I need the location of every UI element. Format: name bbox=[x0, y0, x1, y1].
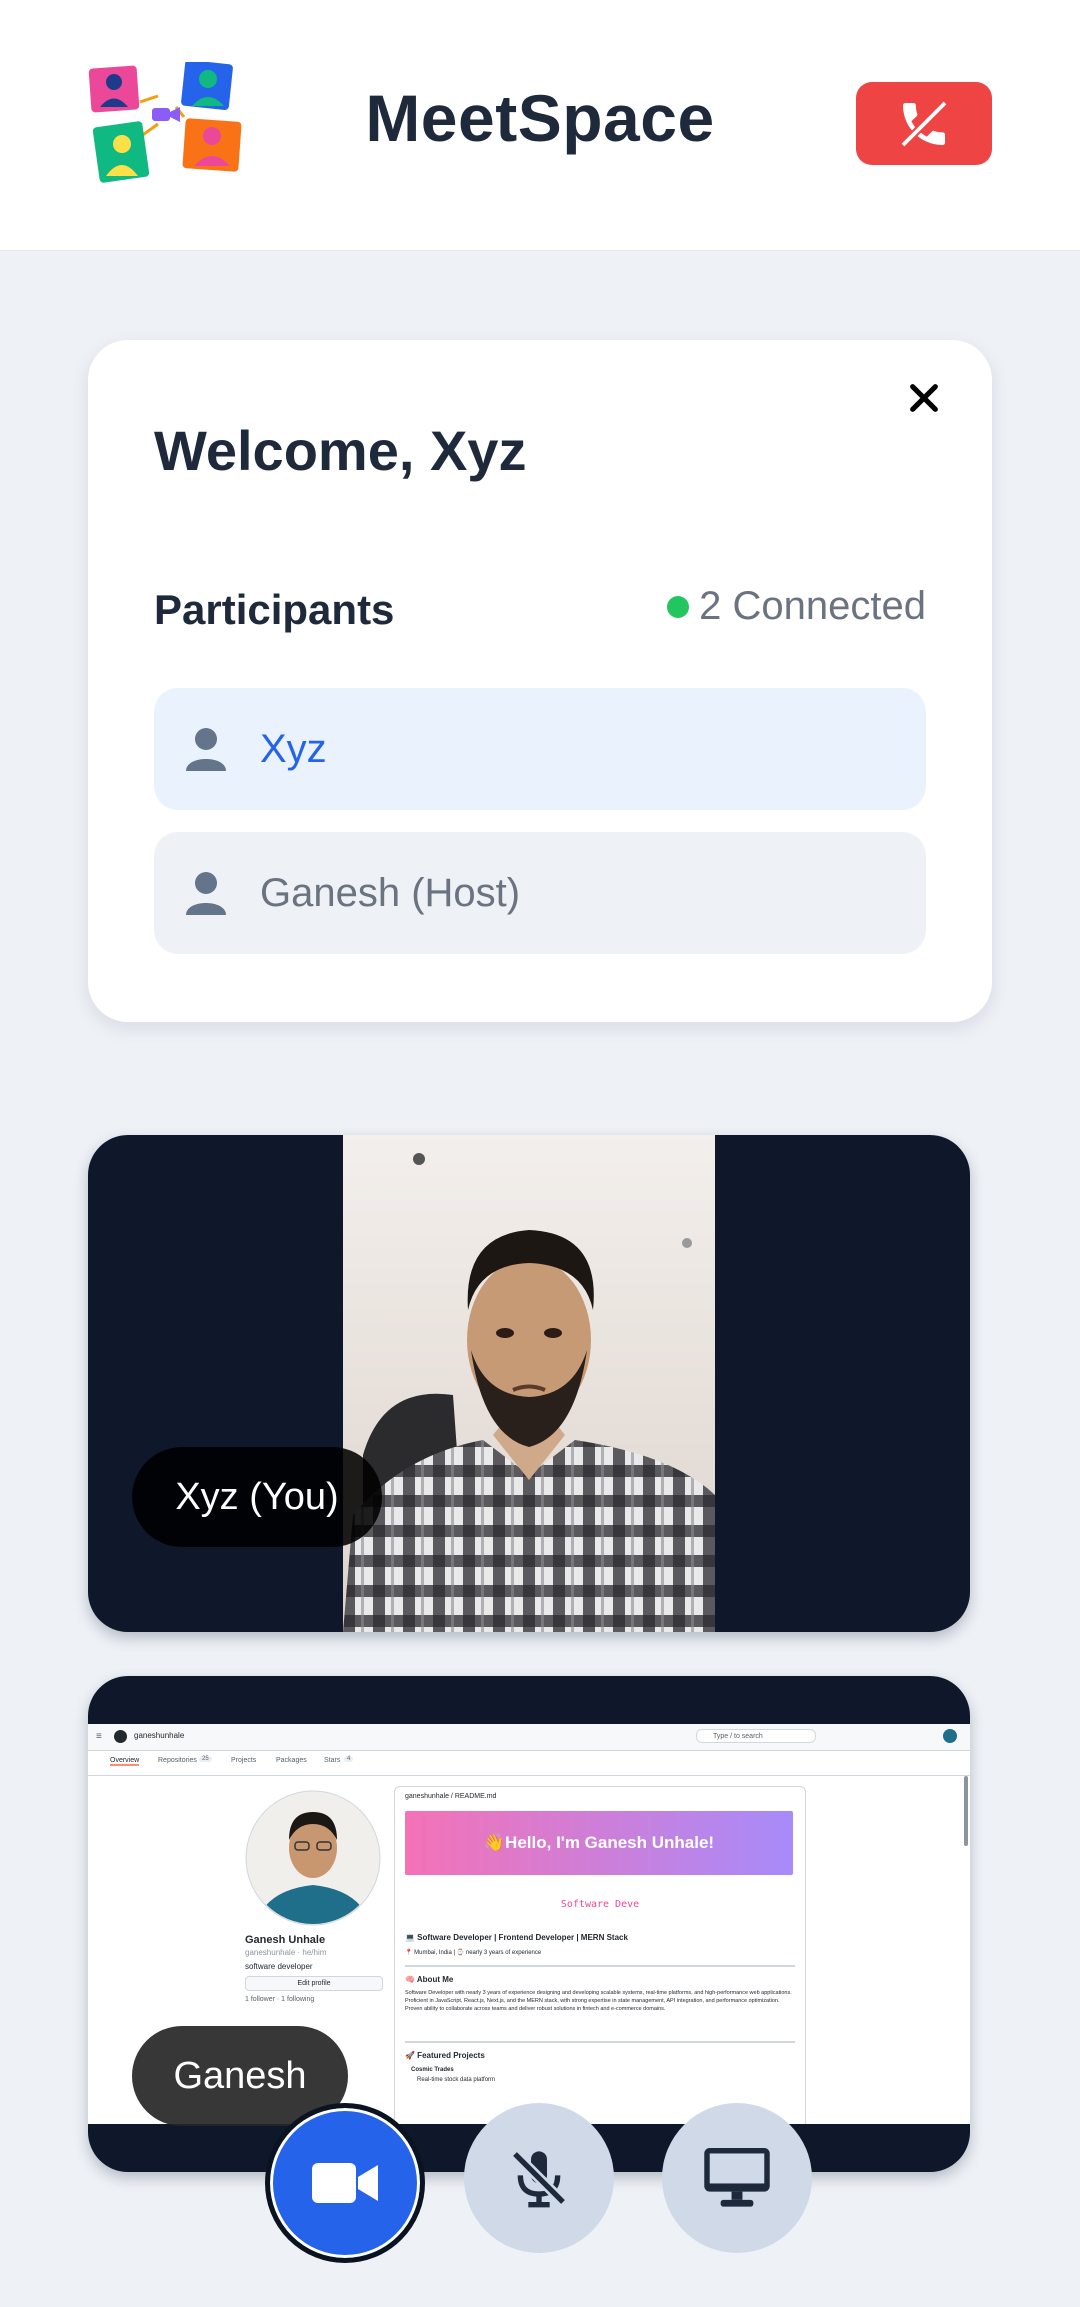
connected-text: 2 Connected bbox=[699, 584, 926, 628]
profile-bio: software developer bbox=[245, 1962, 313, 1971]
video-camera-icon bbox=[312, 2163, 378, 2203]
call-controls bbox=[0, 2103, 1080, 2263]
app-header: MeetSpace bbox=[0, 0, 1080, 251]
github-logo-icon bbox=[114, 1730, 127, 1743]
online-status-dot bbox=[667, 595, 690, 618]
connected-count: 2 Connected bbox=[667, 584, 926, 629]
followers-text: 1 follower · 1 following bbox=[245, 1996, 315, 2003]
participant-name: Xyz bbox=[260, 726, 327, 771]
phone-hangup-icon bbox=[900, 99, 948, 148]
readme-panel: ganeshunhale / README.md 👋Hello, I'm Gan… bbox=[394, 1786, 806, 2124]
local-participant-label: Xyz (You) bbox=[132, 1447, 382, 1547]
github-topbar: ≡ ganeshunhale Type / to search bbox=[88, 1724, 970, 1751]
user-icon bbox=[186, 728, 226, 771]
project-item: Cosmic Trades bbox=[411, 2067, 454, 2073]
github-tabs: Overview Repositories 25 Projects Packag… bbox=[88, 1751, 970, 1776]
end-call-button[interactable] bbox=[856, 82, 992, 165]
toggle-mic-button[interactable] bbox=[464, 2103, 614, 2253]
participant-item-host: Ganesh (Host) bbox=[154, 832, 926, 954]
project-desc: Real-time stock data platform bbox=[417, 2077, 496, 2083]
close-card-button[interactable] bbox=[896, 370, 952, 426]
tab-stars: Stars bbox=[324, 1757, 341, 1764]
local-video-tile: Xyz (You) bbox=[88, 1135, 970, 1632]
readme-role: 💻 Software Developer | Frontend Develope… bbox=[405, 1933, 628, 1942]
readme-typing-text: Software Deve bbox=[560, 1899, 640, 1910]
share-screen-button[interactable] bbox=[662, 2103, 812, 2253]
readme-banner-text: 👋Hello, I'm Ganesh Unhale! bbox=[483, 1833, 715, 1852]
tab-stars-count: 4 bbox=[344, 1756, 354, 1762]
monitor-icon bbox=[704, 2148, 770, 2207]
menu-icon: ≡ bbox=[96, 1731, 102, 1742]
profile-name: Ganesh Unhale bbox=[245, 1934, 326, 1946]
tab-projects: Projects bbox=[231, 1757, 257, 1764]
participant-item-self: Xyz bbox=[154, 688, 926, 810]
profile-photo bbox=[245, 1790, 381, 1926]
edit-profile-button: Edit profile bbox=[245, 1976, 383, 1991]
about-text: Software Developer with nearly 3 years o… bbox=[405, 1990, 792, 2012]
toggle-video-button[interactable] bbox=[265, 2103, 425, 2263]
readme-divider bbox=[405, 1965, 795, 1967]
profile-handle: ganeshunhale · he/him bbox=[245, 1948, 327, 1957]
scrollbar-thumb bbox=[964, 1776, 968, 1846]
welcome-card: Welcome, Xyz Participants 2 Connected Xy… bbox=[88, 340, 992, 1022]
readme-banner: 👋Hello, I'm Ganesh Unhale! bbox=[405, 1811, 793, 1875]
remote-video-tile: ≡ ganeshunhale Type / to search Overview… bbox=[88, 1676, 970, 2172]
user-icon bbox=[186, 872, 226, 915]
tab-repositories-count: 25 bbox=[199, 1756, 212, 1762]
github-search: Type / to search bbox=[696, 1729, 816, 1743]
welcome-heading: Welcome, Xyz bbox=[154, 419, 527, 482]
close-icon bbox=[910, 384, 938, 412]
participant-name: Ganesh (Host) bbox=[260, 870, 521, 915]
tab-overview: Overview bbox=[110, 1757, 140, 1766]
participants-heading: Participants bbox=[154, 586, 395, 633]
camera-feed bbox=[343, 1135, 715, 1632]
tab-repositories: Repositories bbox=[158, 1757, 197, 1764]
projects-heading: 🚀 Featured Projects bbox=[405, 2051, 485, 2060]
github-username: ganeshunhale bbox=[134, 1731, 185, 1740]
about-heading: 🧠 About Me bbox=[405, 1975, 454, 1984]
tab-packages: Packages bbox=[276, 1757, 307, 1764]
readme-location: 📍 Mumbai, India | ⌚ nearly 3 years of ex… bbox=[405, 1950, 542, 1956]
github-avatar bbox=[943, 1729, 957, 1743]
microphone-muted-icon bbox=[511, 2150, 567, 2208]
readme-divider bbox=[405, 2041, 795, 2043]
readme-path: ganeshunhale / README.md bbox=[405, 1793, 497, 1800]
